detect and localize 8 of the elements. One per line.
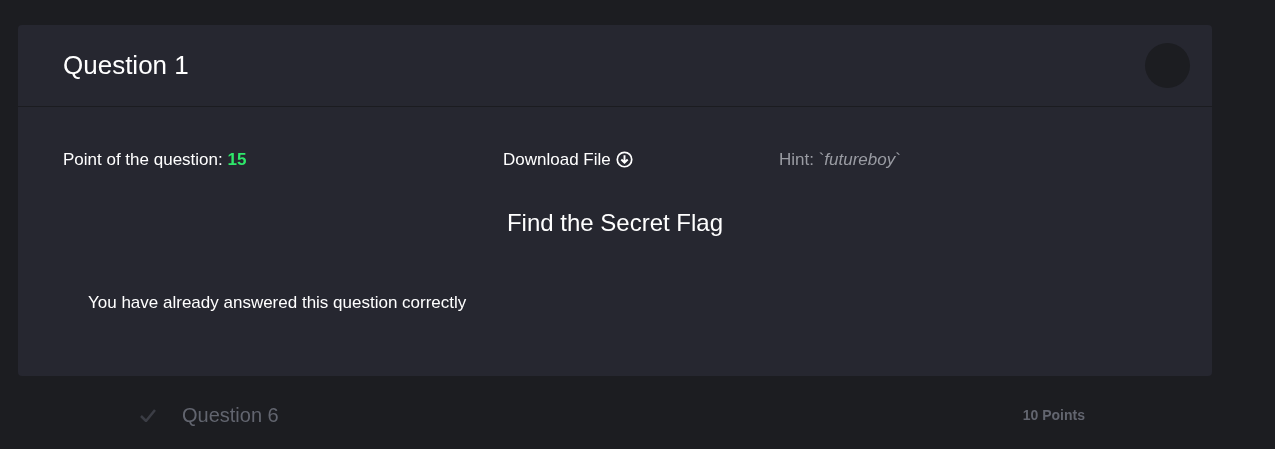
hint-text: Hint: `futureboy`	[779, 149, 902, 171]
dialog-title: Question 1	[63, 49, 189, 82]
answered-message: You have already answered this question correctly	[88, 292, 467, 312]
points-label: Point of the question: 15	[63, 149, 247, 171]
question-heading: Find the Secret Flag	[505, 207, 725, 238]
download-icon	[615, 151, 633, 169]
download-link[interactable]: Download File	[503, 147, 779, 173]
points-text: 10 Points	[1022, 405, 1085, 425]
